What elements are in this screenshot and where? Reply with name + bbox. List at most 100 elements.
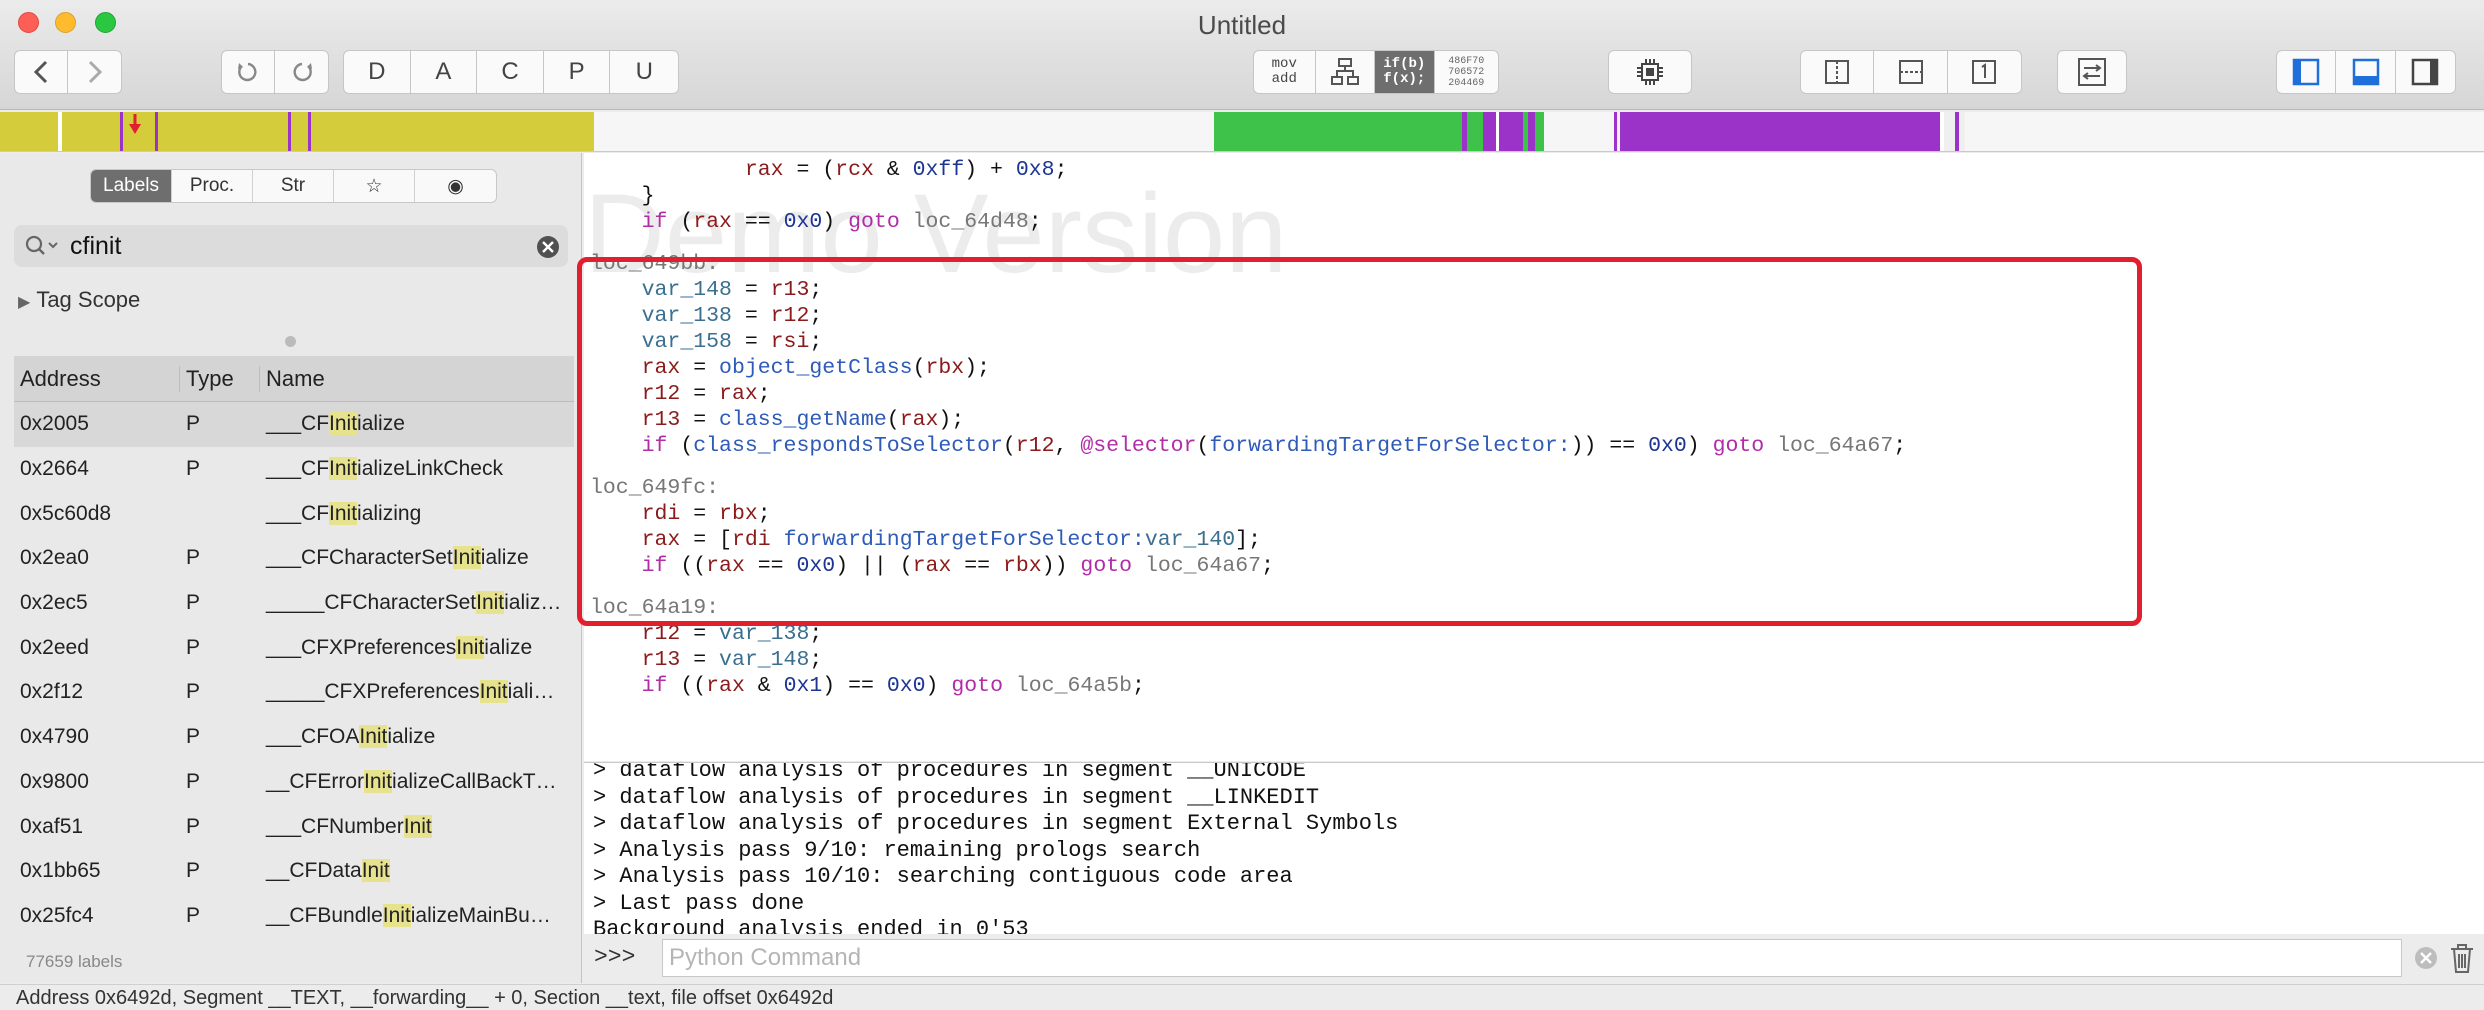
name-match-highlight: Init bbox=[476, 591, 505, 615]
clear-search-icon[interactable] bbox=[536, 235, 560, 259]
redo-button[interactable] bbox=[275, 51, 328, 93]
nav-empty-region bbox=[1544, 112, 1614, 151]
nav-marker bbox=[155, 112, 158, 151]
single-view-icon bbox=[1972, 60, 1997, 84]
tab-procedures[interactable]: Proc. bbox=[172, 170, 253, 202]
segment-navigation-bar[interactable] bbox=[0, 112, 2484, 152]
table-row[interactable]: 0x25fc4 P __CFBundleInitializeMainBu… bbox=[14, 894, 574, 939]
pseudocode-mode-button[interactable]: if(b) f(x); bbox=[1375, 51, 1435, 93]
clear-console-icon[interactable] bbox=[2413, 945, 2439, 971]
column-header-address[interactable]: Address bbox=[14, 365, 180, 392]
code-line[interactable]: if ((rax & 0x1) == 0x0) goto loc_64a5b; bbox=[590, 673, 1145, 699]
table-row[interactable]: 0x2005 P ___CFInitialize bbox=[14, 402, 574, 447]
nav-gap bbox=[1496, 112, 1499, 151]
undo-button[interactable] bbox=[222, 51, 276, 93]
disclosure-triangle-icon: ▶ bbox=[18, 294, 31, 311]
nav-marker bbox=[288, 112, 291, 151]
row-type: P bbox=[186, 680, 201, 704]
toggle-right-panel-button[interactable] bbox=[2396, 51, 2455, 93]
data-type-d-button[interactable]: D bbox=[344, 51, 411, 93]
split-vertical-icon bbox=[1825, 60, 1850, 84]
mode-hex-line-2: 706572 bbox=[1448, 66, 1485, 78]
name-match-highlight: Init bbox=[361, 859, 390, 883]
name-segment: _____CF bbox=[266, 591, 353, 615]
data-type-a-button[interactable]: A bbox=[411, 51, 478, 93]
tab-strings[interactable]: Str bbox=[253, 170, 334, 202]
code-line[interactable]: r13 = var_148; bbox=[590, 647, 823, 673]
sidebar-tabs: Labels Proc. Str ☆ ◉ bbox=[90, 169, 497, 203]
row-address: 0x1bb65 bbox=[20, 859, 101, 883]
name-segment: ialize bbox=[357, 412, 405, 436]
row-name: __CFDataInit bbox=[260, 859, 572, 883]
name-segment: ialize bbox=[387, 725, 436, 749]
table-row[interactable]: 0x4790 P ___CFOAInitialize bbox=[14, 715, 574, 760]
history-nav-group bbox=[14, 50, 122, 94]
table-row[interactable]: 0xaf51 P ___CFNumberInit bbox=[14, 804, 574, 849]
row-name: ___CFInitializeLinkCheck bbox=[260, 457, 572, 481]
nav-marker bbox=[1528, 112, 1535, 151]
name-segment: ___CF bbox=[266, 725, 330, 749]
python-prompt-symbol: >>> bbox=[594, 944, 636, 970]
chip-icon bbox=[1637, 59, 1663, 85]
row-type: P bbox=[186, 859, 201, 883]
table-row[interactable]: 0x2ec5 P _____CFCharacterSetInitializ… bbox=[14, 581, 574, 626]
python-command-input[interactable] bbox=[662, 939, 2402, 977]
row-type: P bbox=[186, 591, 201, 615]
code-line[interactable]: if (rax == 0x0) goto loc_64d48; bbox=[590, 209, 1042, 235]
table-row[interactable]: 0x2f12 P _____CFXPreferencesInitiali… bbox=[14, 670, 574, 715]
labels-table: Address Type Name 0x2005 P ___CFInitialize… bbox=[14, 356, 574, 938]
sliders-icon bbox=[2078, 58, 2106, 86]
console-line: > Last pass done bbox=[593, 890, 805, 916]
split-vertical-button[interactable] bbox=[1801, 51, 1875, 93]
toggle-left-panel-button[interactable] bbox=[2277, 51, 2337, 93]
row-name: __CFBundleInitializeMainBu… bbox=[260, 903, 572, 928]
name-segment: Data bbox=[317, 859, 362, 883]
row-type: P bbox=[186, 457, 201, 481]
name-segment: __CF bbox=[266, 859, 318, 883]
table-row[interactable]: 0x2ea0 P ___CFCharacterSetInitialize bbox=[14, 536, 574, 581]
cpu-button[interactable] bbox=[1608, 50, 1692, 94]
tab-bookmarks[interactable]: ☆ bbox=[334, 170, 415, 202]
row-address: 0x2005 bbox=[20, 412, 89, 436]
table-row[interactable]: 0x5c60d8 ___CFInitializing bbox=[14, 491, 574, 536]
row-name: _____CFCharacterSetInitializ… bbox=[260, 591, 572, 615]
data-type-u-button[interactable]: U bbox=[610, 51, 678, 93]
column-header-name[interactable]: Name bbox=[260, 366, 572, 392]
forward-button[interactable] bbox=[68, 51, 121, 93]
tab-labels[interactable]: Labels bbox=[91, 170, 172, 202]
search-input[interactable]: cfinit bbox=[70, 232, 121, 261]
name-segment: ializeMainBu… bbox=[410, 903, 551, 927]
table-row[interactable]: 0x2eed P ___CFXPreferencesInitialize bbox=[14, 625, 574, 670]
nav-marker bbox=[1483, 112, 1523, 151]
tag-scope-label: Tag Scope bbox=[36, 287, 141, 312]
data-type-c-button[interactable]: C bbox=[477, 51, 544, 93]
table-row[interactable]: 0x9800 P __CFErrorInitializeCallBackT… bbox=[14, 760, 574, 805]
search-field[interactable]: cfinit bbox=[14, 225, 568, 267]
back-button[interactable] bbox=[15, 51, 69, 93]
row-type: P bbox=[186, 412, 201, 436]
trash-icon[interactable] bbox=[2448, 941, 2476, 975]
table-body: 0x2005 P ___CFInitialize 0x2664 P ___CFInitia… bbox=[14, 402, 574, 938]
right-panel-icon bbox=[2412, 58, 2439, 86]
column-header-type[interactable]: Type bbox=[180, 365, 260, 392]
name-segment: ___CF bbox=[266, 635, 330, 659]
code-line[interactable]: rax = (rcx & 0xff) + 0x8; bbox=[590, 157, 1068, 183]
tab-tags[interactable]: ◉ bbox=[415, 170, 496, 202]
nav-gap bbox=[1940, 112, 1944, 151]
tag-scope-disclosure[interactable]: ▶ Tag Scope bbox=[18, 287, 140, 313]
split-horizontal-button[interactable] bbox=[1874, 51, 1948, 93]
table-row[interactable]: 0x1bb65 P __CFDataInit bbox=[14, 849, 574, 894]
splitter-handle[interactable] bbox=[285, 336, 296, 347]
assembly-mode-button[interactable]: mov add bbox=[1254, 51, 1316, 93]
toggle-bottom-panel-button[interactable] bbox=[2336, 51, 2396, 93]
inspector-toggle-button[interactable] bbox=[2057, 50, 2127, 94]
python-prompt-bar: >>> bbox=[584, 934, 2484, 984]
view-mode-group: mov add if(b) f(x); 486F70 706572 204469 bbox=[1253, 50, 1499, 94]
console-line: > Analysis pass 10/10: searching contigu… bbox=[593, 864, 1293, 889]
data-type-p-button[interactable]: P bbox=[544, 51, 611, 93]
single-view-button[interactable] bbox=[1948, 51, 2021, 93]
code-line[interactable]: } bbox=[590, 183, 655, 209]
table-row[interactable]: 0x2664 P ___CFInitializeLinkCheck bbox=[14, 447, 574, 492]
cfg-mode-button[interactable] bbox=[1316, 51, 1376, 93]
hex-mode-button[interactable]: 486F70 706572 204469 bbox=[1435, 51, 1498, 93]
